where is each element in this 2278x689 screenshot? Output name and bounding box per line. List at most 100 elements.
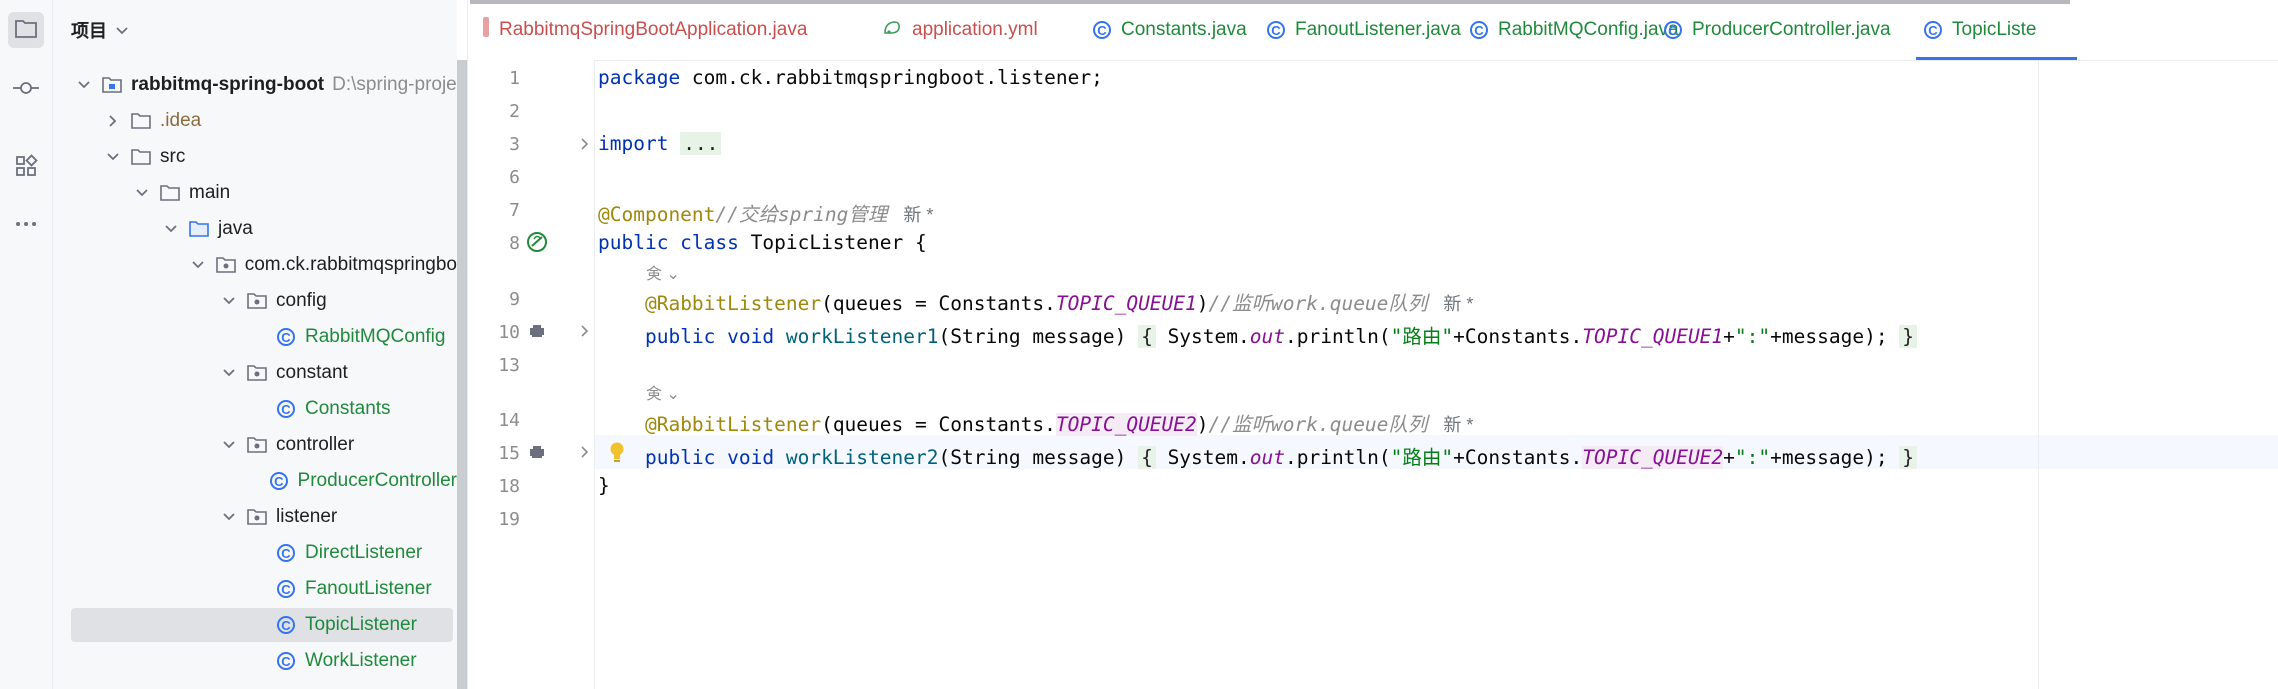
tree-item-label: rabbitmq-spring-boot (131, 74, 325, 95)
keyword: package (598, 66, 681, 89)
tree-item-folder[interactable]: .idea (53, 104, 457, 138)
line-number[interactable]: 9 (470, 289, 520, 310)
chevron-down-icon[interactable] (75, 76, 93, 94)
tree-item-folder[interactable]: java (53, 212, 457, 246)
line-number[interactable]: 15 (470, 443, 520, 464)
tabs-scrollbar[interactable] (470, 0, 2070, 4)
tree-item-class[interactable]: C ProducerController (53, 464, 457, 498)
fold-brace[interactable]: { (1138, 446, 1156, 469)
inlay-hint-icon[interactable]: 㑒 ⌄ (646, 380, 680, 404)
chevron-down-icon[interactable] (162, 220, 180, 238)
tree-item-class[interactable]: C DirectListener (53, 536, 457, 570)
code-line-8[interactable]: public class TopicListener { (598, 231, 927, 254)
code-line-3[interactable]: import ... (598, 132, 722, 155)
fold-chevron-icon[interactable] (578, 445, 592, 459)
inlay-hint[interactable]: 新 * (903, 205, 933, 225)
inlay-hint[interactable]: 新 * (1443, 415, 1473, 435)
keyword: public class (598, 231, 739, 254)
tab-label: RabbitMQConfig.java (1498, 19, 1679, 40)
tree-item-label: Constants (305, 398, 391, 419)
tree-item-class[interactable]: C FanoutListener (53, 572, 457, 606)
tree-item-folder[interactable]: config (53, 284, 457, 318)
tree-item-folder[interactable]: constant (53, 356, 457, 390)
inlay-hint[interactable]: 新 * (1443, 294, 1473, 314)
annotation: @RabbitListener (644, 292, 822, 315)
tree-item-label: listener (276, 506, 338, 527)
tree-item-folder[interactable]: src (53, 140, 457, 174)
tree-item-folder[interactable]: com.ck.rabbitmqspringbo (53, 248, 457, 282)
inlay-hint-icon[interactable]: 㑒 ⌄ (646, 260, 680, 284)
constant-field: TOPIC_QUEUE1 (1582, 325, 1724, 348)
editor-tab[interactable]: application.yml (882, 14, 1038, 46)
tree-item-label: src (160, 146, 186, 167)
panel-scrollbar[interactable] (457, 60, 467, 689)
folded-imports[interactable]: ... (680, 132, 722, 155)
chevron-right-icon[interactable] (104, 112, 122, 130)
code-text: com.ck.rabbitmqspringboot.listener; (680, 66, 1103, 89)
fold-brace[interactable]: } (1899, 446, 1918, 469)
chevron-down-icon[interactable] (189, 256, 207, 274)
tree-item-class[interactable]: C TopicListener (71, 608, 453, 642)
line-number[interactable]: 14 (470, 410, 520, 431)
chevron-down-icon[interactable] (220, 436, 238, 454)
code-line-7[interactable]: @Component//交给spring管理新 * (598, 198, 933, 227)
tree-item-folder[interactable]: main (53, 176, 457, 210)
editor-tab[interactable]: C ProducerController.java (1664, 14, 1891, 46)
code-line-10[interactable]: public void workListener1(String message… (598, 320, 1918, 349)
tree-item-class[interactable]: C RabbitMQConfig (53, 320, 457, 354)
editor-tab[interactable]: RabbitmqSpringBootApplication.java (483, 14, 807, 46)
line-number[interactable]: 2 (470, 101, 520, 122)
chevron-down-icon[interactable] (133, 184, 151, 202)
tree-item-class[interactable]: C WorkListener (53, 644, 457, 678)
line-number[interactable]: 6 (470, 167, 520, 188)
code-line-9[interactable]: @RabbitListener(queues = Constants.TOPIC… (598, 287, 1473, 316)
editor-tab[interactable]: C FanoutListener.java (1267, 14, 1461, 46)
commit-tool-button[interactable] (8, 72, 44, 108)
class-icon: C (275, 614, 297, 636)
more-tools-button[interactable] (8, 206, 44, 242)
line-number[interactable]: 13 (470, 355, 520, 376)
line-number[interactable]: 7 (470, 200, 520, 221)
tree-item-class[interactable]: C Constants (53, 392, 457, 426)
code-line-15[interactable]: public void workListener2(String message… (598, 441, 1918, 470)
code-line-18[interactable]: } (598, 474, 610, 497)
chevron-down-icon[interactable] (220, 508, 238, 526)
editor-tab[interactable]: C TopicListe (1916, 14, 2076, 60)
project-view-selector[interactable]: 项目 (71, 16, 129, 44)
code-text: ) (1196, 413, 1209, 436)
tab-label: Constants.java (1121, 19, 1247, 40)
comment: //交给spring管理 (715, 203, 888, 226)
tree-item-folder[interactable]: controller (53, 428, 457, 462)
editor-tab[interactable]: C RabbitMQConfig.java (1470, 14, 1679, 46)
fold-chevron-icon[interactable] (578, 137, 592, 151)
chevron-down-icon[interactable] (220, 364, 238, 382)
structure-tool-button[interactable] (8, 150, 44, 186)
line-number[interactable]: 18 (470, 476, 520, 497)
comment: //监听work.queue队列 (1208, 292, 1428, 315)
rabbit-listener-gutter-icon[interactable] (526, 320, 548, 342)
string-literal: ":" (1734, 325, 1771, 348)
project-panel: 项目 rabbitmq-spring-boot D:\spring-proje .i… (53, 0, 457, 689)
project-tool-button[interactable] (8, 12, 44, 48)
editor-tab[interactable]: C Constants.java (1093, 14, 1247, 46)
code-line-14[interactable]: @RabbitListener(queues = Constants.TOPIC… (598, 408, 1473, 437)
fold-chevron-icon[interactable] (578, 324, 592, 338)
tab-label: FanoutListener.java (1295, 19, 1461, 40)
line-number[interactable]: 8 (470, 233, 520, 254)
line-number[interactable]: 19 (470, 509, 520, 530)
bean-icon[interactable] (524, 229, 550, 255)
fold-brace[interactable]: { (1138, 325, 1156, 348)
line-number[interactable]: 10 (470, 322, 520, 343)
activity-bar (0, 0, 53, 689)
chevron-down-icon[interactable] (104, 148, 122, 166)
tree-item-folder[interactable]: listener (53, 500, 457, 534)
line-number[interactable]: 3 (470, 134, 520, 155)
chevron-down-icon[interactable] (220, 292, 238, 310)
rabbit-listener-gutter-icon[interactable] (526, 441, 548, 463)
line-number[interactable]: 1 (470, 68, 520, 89)
annotation: @Component (598, 203, 716, 226)
code-text: + (1723, 446, 1735, 469)
tree-item-folder[interactable]: rabbitmq-spring-boot D:\spring-proje (53, 68, 457, 102)
code-line-1[interactable]: package com.ck.rabbitmqspringboot.listen… (598, 66, 1103, 89)
fold-brace[interactable]: } (1899, 325, 1918, 348)
